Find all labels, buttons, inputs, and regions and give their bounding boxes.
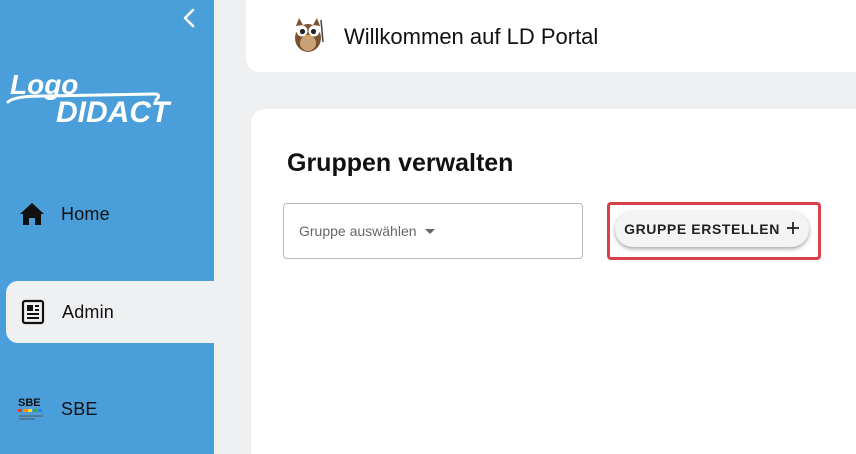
header: Willkommen auf LD Portal bbox=[246, 0, 856, 72]
sidebar-item-admin[interactable]: Admin bbox=[6, 281, 214, 343]
page-header-title: Willkommen auf LD Portal bbox=[344, 24, 599, 49]
sbe-logo-icon: SBE bbox=[17, 394, 47, 424]
plus-icon bbox=[786, 220, 800, 239]
logodidact-logo: Logo DIDACT bbox=[4, 66, 192, 130]
create-group-button[interactable]: GRUPPE ERSTELLEN bbox=[615, 211, 809, 247]
svg-text:DIDACT: DIDACT bbox=[56, 96, 172, 129]
create-group-button-label: GRUPPE ERSTELLEN bbox=[624, 221, 780, 237]
sidebar-item-label: SBE bbox=[61, 398, 98, 419]
sidebar-item-home[interactable]: Home bbox=[0, 183, 214, 245]
sidebar-item-sbe[interactable]: SBE SBE bbox=[0, 378, 214, 440]
main-card: Gruppen verwalten Gruppe auswählen GRUPP… bbox=[251, 109, 856, 454]
sidebar-item-label: Admin bbox=[62, 301, 115, 322]
collapse-sidebar-button[interactable] bbox=[176, 5, 202, 31]
owl-icon bbox=[290, 16, 326, 54]
page-title: Gruppen verwalten bbox=[287, 149, 514, 177]
svg-text:SBE: SBE bbox=[18, 397, 41, 409]
group-select[interactable]: Gruppe auswählen bbox=[283, 203, 583, 259]
sidebar-item-label: Home bbox=[61, 203, 110, 224]
caret-down-icon bbox=[424, 228, 435, 234]
newspaper-icon bbox=[18, 297, 48, 327]
group-select-placeholder: Gruppe auswählen bbox=[299, 223, 417, 239]
sidebar: Logo DIDACT Home Admin SBE SBE bbox=[0, 0, 214, 454]
chevron-left-icon bbox=[183, 8, 195, 28]
home-icon bbox=[17, 199, 47, 229]
